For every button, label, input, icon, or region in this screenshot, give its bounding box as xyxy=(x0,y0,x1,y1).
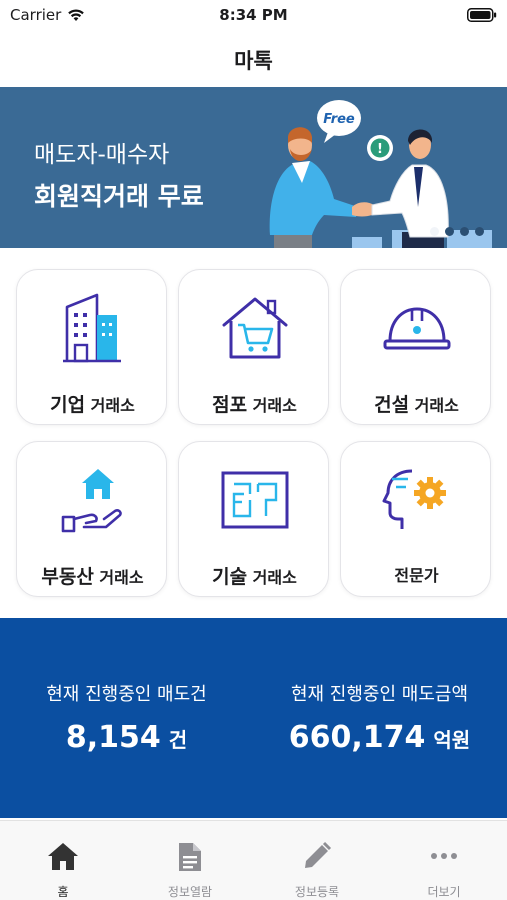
store-cart-icon xyxy=(222,297,287,359)
status-bar: Carrier 8:34 PM xyxy=(0,0,507,32)
stats-panel: 현재 진행중인 매도건 8,154 건 현재 진행중인 매도금액 660,174 억… xyxy=(0,618,507,818)
promo-banner[interactable]: 매도자-매수자 회원직거래 무료 Free ! xyxy=(0,87,507,248)
category-card-expert[interactable]: 전문가 xyxy=(340,441,491,597)
category-card-realestate[interactable]: 부동산 거래소 xyxy=(16,441,167,597)
tab-more[interactable]: 더보기 xyxy=(381,841,507,900)
more-dots-icon xyxy=(431,853,457,859)
stat-amount-unit: 억원 xyxy=(433,728,471,752)
tab-home[interactable]: 홈 xyxy=(0,841,126,900)
stat-amount: 현재 진행중인 매도금액 660,174 억원 xyxy=(253,680,506,755)
exclamation-mark: ! xyxy=(377,142,383,157)
category-label: 건설 거래소 xyxy=(374,394,459,416)
tab-register-info[interactable]: 정보등록 xyxy=(254,841,380,900)
category-label: 기업 거래소 xyxy=(50,394,135,416)
free-speech-bubble: Free xyxy=(317,100,361,143)
banner-title: 회원직거래 무료 xyxy=(34,182,204,211)
hard-hat-icon xyxy=(383,307,450,350)
handshake-hands xyxy=(352,202,374,217)
category-card-construction[interactable]: 건설 거래소 xyxy=(340,269,491,425)
stat-amount-value-row: 660,174 억원 xyxy=(253,720,506,755)
building-icon xyxy=(62,293,121,363)
page-title: 마톡 xyxy=(234,48,273,73)
stat-listings-unit: 건 xyxy=(168,728,188,752)
stat-listings: 현재 진행중인 매도건 8,154 건 xyxy=(0,680,253,755)
document-icon xyxy=(179,843,201,871)
expert-gear-icon xyxy=(382,469,446,529)
battery-icon xyxy=(467,7,497,26)
exclamation-bubble-icon: ! xyxy=(367,135,393,161)
bottom-tab-bar: 홈 정보열람 정보등록 더보기 xyxy=(0,820,507,900)
left-businessman xyxy=(269,127,358,248)
category-label: 점포 거래소 xyxy=(212,394,297,416)
free-bubble-text: Free xyxy=(323,112,355,127)
tab-label: 더보기 xyxy=(427,885,461,899)
stat-listings-value: 8,154 xyxy=(65,720,161,755)
pencil-icon xyxy=(305,841,332,868)
category-label: 기술 거래소 xyxy=(212,566,297,588)
status-time: 8:34 PM xyxy=(219,6,288,24)
handshake-illustration: Free ! xyxy=(269,100,492,248)
carousel-dot[interactable] xyxy=(430,227,439,236)
banner-subtitle: 매도자-매수자 xyxy=(34,142,170,168)
stat-amount-label: 현재 진행중인 매도금액 xyxy=(290,684,469,705)
stat-amount-value: 660,174 xyxy=(288,720,426,755)
home-icon xyxy=(48,843,78,870)
category-label: 부동산 거래소 xyxy=(41,566,144,588)
stat-listings-label: 현재 진행중인 매도건 xyxy=(46,684,207,705)
category-label: 전문가 xyxy=(394,566,439,585)
house-hand-icon xyxy=(61,469,122,533)
blueprint-icon xyxy=(221,471,288,529)
tab-label: 홈 xyxy=(57,885,69,899)
category-card-technology[interactable]: 기술 거래소 xyxy=(178,441,329,597)
tab-label: 정보등록 xyxy=(294,885,340,899)
category-card-company[interactable]: 기업 거래소 xyxy=(16,269,167,425)
carousel-page-indicator[interactable] xyxy=(430,227,484,236)
carousel-dot[interactable] xyxy=(475,227,484,236)
stat-listings-value-row: 8,154 건 xyxy=(0,720,253,755)
nav-header: 마톡 xyxy=(0,32,507,87)
carousel-dot[interactable] xyxy=(460,227,469,236)
category-card-store[interactable]: 점포 거래소 xyxy=(178,269,329,425)
carousel-dot[interactable] xyxy=(445,227,454,236)
tab-view-info[interactable]: 정보열람 xyxy=(127,841,253,900)
tab-label: 정보열람 xyxy=(167,885,213,899)
